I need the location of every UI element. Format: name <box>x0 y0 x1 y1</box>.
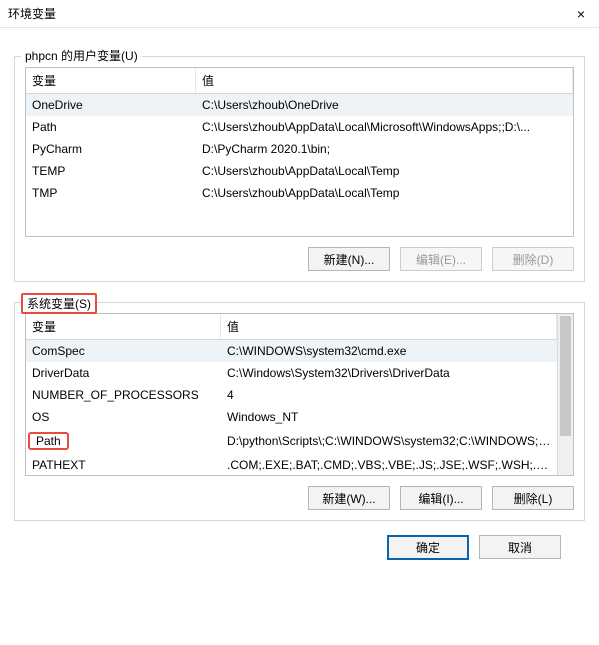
var-value: C:\Users\zhoub\AppData\Local\Temp <box>196 184 573 202</box>
table-row[interactable]: Path C:\Users\zhoub\AppData\Local\Micros… <box>26 116 573 138</box>
var-value: C:\WINDOWS\system32\cmd.exe <box>221 342 557 360</box>
var-name: DriverData <box>26 364 221 382</box>
user-vars-header: 变量 值 <box>26 68 573 94</box>
table-row[interactable]: PATHEXT .COM;.EXE;.BAT;.CMD;.VBS;.VBE;.J… <box>26 454 557 475</box>
var-value: C:\Users\zhoub\AppData\Local\Microsoft\W… <box>196 118 573 136</box>
system-vars-table[interactable]: 变量 值 ComSpec C:\WINDOWS\system32\cmd.exe… <box>25 313 574 476</box>
system-vars-legend: 系统变量(S) <box>21 293 97 314</box>
var-value: 4 <box>221 386 557 404</box>
user-vars-group: phpcn 的用户变量(U) 变量 值 OneDrive C:\Users\zh… <box>14 56 585 282</box>
var-value: C:\Windows\System32\Drivers\DriverData <box>221 364 557 382</box>
var-value: C:\Users\zhoub\AppData\Local\Temp <box>196 162 573 180</box>
scrollbar-thumb[interactable] <box>560 316 571 436</box>
table-row[interactable]: NUMBER_OF_PROCESSORS 4 <box>26 384 557 406</box>
system-vars-group: 系统变量(S) 变量 值 ComSpec C:\WINDOWS\system32… <box>14 302 585 521</box>
dialog-content: phpcn 的用户变量(U) 变量 值 OneDrive C:\Users\zh… <box>0 28 599 560</box>
var-name: TMP <box>26 184 196 202</box>
var-name: ComSpec <box>26 342 221 360</box>
var-name: NUMBER_OF_PROCESSORS <box>26 386 221 404</box>
var-value: C:\Users\zhoub\OneDrive <box>196 96 573 114</box>
var-name: Path <box>26 118 196 136</box>
col-header-value[interactable]: 值 <box>196 68 573 93</box>
table-row[interactable]: DriverData C:\Windows\System32\Drivers\D… <box>26 362 557 384</box>
table-row[interactable]: ComSpec C:\WINDOWS\system32\cmd.exe <box>26 340 557 362</box>
delete-button[interactable]: 删除(D) <box>492 247 574 271</box>
system-vars-body: ComSpec C:\WINDOWS\system32\cmd.exe Driv… <box>26 340 557 475</box>
user-vars-buttons: 新建(N)... 编辑(E)... 删除(D) <box>25 247 574 271</box>
var-value: D:\PyCharm 2020.1\bin; <box>196 140 573 158</box>
system-vars-header: 变量 值 <box>26 314 557 340</box>
titlebar: 环境变量 × <box>0 0 599 28</box>
col-header-name[interactable]: 变量 <box>26 68 196 93</box>
user-vars-body: OneDrive C:\Users\zhoub\OneDrive Path C:… <box>26 94 573 236</box>
new-button[interactable]: 新建(W)... <box>308 486 390 510</box>
new-button[interactable]: 新建(N)... <box>308 247 390 271</box>
dialog-buttons: 确定 取消 <box>14 521 585 560</box>
var-value: .COM;.EXE;.BAT;.CMD;.VBS;.VBE;.JS;.JSE;.… <box>221 456 557 474</box>
edit-button[interactable]: 编辑(I)... <box>400 486 482 510</box>
var-name: PATHEXT <box>26 456 221 474</box>
close-icon[interactable]: × <box>571 4 591 24</box>
table-row[interactable]: TMP C:\Users\zhoub\AppData\Local\Temp <box>26 182 573 204</box>
var-value: D:\python\Scripts\;C:\WINDOWS\system32;C… <box>221 432 557 450</box>
var-name: OneDrive <box>26 96 196 114</box>
var-name: Path <box>26 430 221 452</box>
col-header-value[interactable]: 值 <box>221 314 557 339</box>
col-header-name[interactable]: 变量 <box>26 314 221 339</box>
table-row[interactable]: OneDrive C:\Users\zhoub\OneDrive <box>26 94 573 116</box>
path-highlight: Path <box>28 432 69 450</box>
ok-button[interactable]: 确定 <box>387 535 469 560</box>
window-title: 环境变量 <box>8 5 56 22</box>
var-name: TEMP <box>26 162 196 180</box>
user-vars-table[interactable]: 变量 值 OneDrive C:\Users\zhoub\OneDrive Pa… <box>25 67 574 237</box>
table-row[interactable]: TEMP C:\Users\zhoub\AppData\Local\Temp <box>26 160 573 182</box>
var-name: PyCharm <box>26 140 196 158</box>
system-vars-buttons: 新建(W)... 编辑(I)... 删除(L) <box>25 486 574 510</box>
cancel-button[interactable]: 取消 <box>479 535 561 559</box>
var-value: Windows_NT <box>221 408 557 426</box>
var-name: OS <box>26 408 221 426</box>
delete-button[interactable]: 删除(L) <box>492 486 574 510</box>
table-row[interactable]: Path D:\python\Scripts\;C:\WINDOWS\syste… <box>26 428 557 454</box>
table-row[interactable]: OS Windows_NT <box>26 406 557 428</box>
scrollbar[interactable] <box>557 314 573 475</box>
table-row[interactable]: PyCharm D:\PyCharm 2020.1\bin; <box>26 138 573 160</box>
user-vars-legend: phpcn 的用户变量(U) <box>21 47 142 64</box>
edit-button[interactable]: 编辑(E)... <box>400 247 482 271</box>
